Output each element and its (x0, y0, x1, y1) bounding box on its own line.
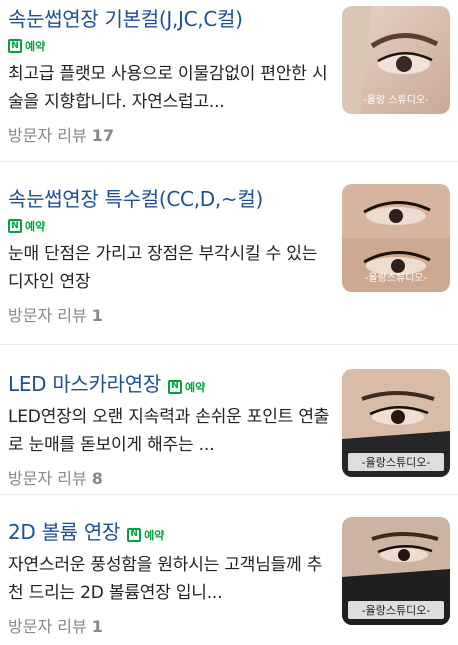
item-thumbnail[interactable]: -율랑스튜디오- (342, 517, 450, 625)
item-text: 2D 볼륨 연장 N 예약 자연스러운 풍성함을 원하시는 고객님들께 추천 드… (8, 517, 333, 637)
naver-n-icon: N (8, 219, 22, 233)
item-description: LED연장의 오랜 지속력과 손쉬운 포인트 연출로 눈매를 돋보이게 해주는 … (8, 407, 330, 455)
review-count: 방문자 리뷰 8 (8, 469, 103, 488)
thumbnail-caption: -율랑스튜디오- (364, 273, 428, 284)
thumbnail-caption: -율랑 스튜디오- (363, 95, 429, 106)
item-title[interactable]: 속눈썹연장 기본컬(J,JC,C컬) (8, 7, 243, 31)
reservation-badge: N 예약 (8, 36, 333, 56)
review-count: 방문자 리뷰 17 (8, 126, 115, 145)
item-description: 최고급 플랫모 사용으로 이물감없이 편안한 시술을 지향합니다. 자연스럽고.… (8, 64, 328, 112)
item-title[interactable]: 속눈썹연장 특수컬(CC,D,~컬) (8, 187, 263, 211)
item-title[interactable]: LED 마스카라연장 (8, 372, 161, 396)
item-text: 속눈썹연장 특수컬(CC,D,~컬) N 예약 눈매 단점은 가리고 장점은 부… (8, 184, 333, 326)
menu-list: 속눈썹연장 기본컬(J,JC,C컬) N 예약 최고급 플랫모 사용으로 이물감… (0, 0, 458, 645)
reservation-badge: N 예약 (8, 216, 333, 236)
item-thumbnail[interactable]: -율랑 스튜디오- (342, 6, 450, 114)
list-item[interactable]: LED 마스카라연장 N 예약 LED연장의 오랜 지속력과 손쉬운 포인트 연… (0, 345, 458, 495)
item-title[interactable]: 2D 볼륨 연장 (8, 520, 120, 544)
item-thumbnail[interactable]: -율랑스튜디오- (342, 369, 450, 477)
list-item[interactable]: 속눈썹연장 특수컬(CC,D,~컬) N 예약 눈매 단점은 가리고 장점은 부… (0, 162, 458, 345)
badge-label: 예약 (25, 220, 46, 233)
item-description: 자연스러운 풍성함을 원하시는 고객님들께 추천 드리는 2D 볼륨연장 입니.… (8, 555, 323, 603)
list-item[interactable]: 2D 볼륨 연장 N 예약 자연스러운 풍성함을 원하시는 고객님들께 추천 드… (0, 495, 458, 645)
item-text: 속눈썹연장 기본컬(J,JC,C컬) N 예약 최고급 플랫모 사용으로 이물감… (8, 4, 333, 146)
badge-label: 예약 (25, 40, 46, 53)
badge-label: 예약 (185, 380, 206, 394)
naver-n-icon: N (8, 39, 22, 53)
naver-n-icon: N (168, 379, 183, 394)
reservation-badge: N 예약 (127, 527, 164, 543)
naver-n-icon: N (127, 527, 142, 542)
badge-label: 예약 (144, 528, 165, 542)
review-count: 방문자 리뷰 1 (8, 306, 103, 325)
item-text: LED 마스카라연장 N 예약 LED연장의 오랜 지속력과 손쉬운 포인트 연… (8, 369, 333, 489)
reservation-badge: N 예약 (168, 379, 205, 395)
thumbnail-caption: -율랑스튜디오- (348, 453, 444, 471)
thumbnail-caption: -율랑스튜디오- (348, 601, 444, 619)
item-description: 눈매 단점은 가리고 장점은 부각시킬 수 있는 디자인 연장 (8, 244, 318, 292)
list-item[interactable]: 속눈썹연장 기본컬(J,JC,C컬) N 예약 최고급 플랫모 사용으로 이물감… (0, 0, 458, 162)
item-thumbnail[interactable]: -율랑스튜디오- (342, 184, 450, 292)
review-count: 방문자 리뷰 1 (8, 617, 103, 636)
